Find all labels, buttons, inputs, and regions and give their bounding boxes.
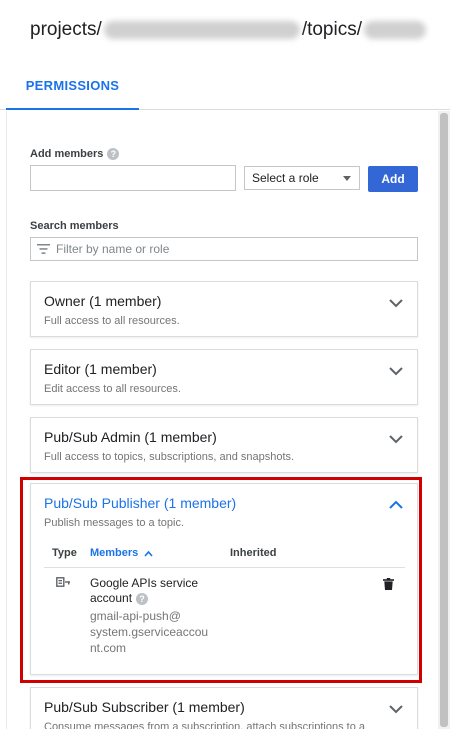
chevron-down-icon[interactable] [389, 702, 403, 716]
role-title: Editor (1 member) [44, 361, 157, 377]
member-email-line: gmail-api-push@ [90, 609, 181, 623]
tab-permissions[interactable]: PERMISSIONS [6, 60, 139, 110]
member-email: gmail-api-push@ system.gserviceaccou nt.… [90, 608, 220, 656]
breadcrumb-middle: /topics/ [301, 19, 363, 40]
member-email-line: nt.com [90, 641, 127, 655]
breadcrumb: projects/ /topics/ [0, 0, 450, 60]
role-description: Full access to all resources. [44, 315, 180, 327]
table-header-divider [44, 567, 405, 568]
scrollbar-thumb[interactable] [440, 113, 448, 727]
role-card-pubsub-publisher[interactable]: Pub/Sub Publisher (1 member) Publish mes… [30, 483, 418, 675]
chevron-up-icon[interactable] [389, 498, 403, 512]
help-icon[interactable]: ? [107, 148, 120, 161]
column-header-members-label: Members [90, 547, 139, 559]
dropdown-caret-icon [343, 176, 351, 181]
role-select[interactable]: Select a role [244, 166, 360, 190]
tab-active-indicator [6, 108, 139, 110]
service-account-icon [56, 577, 70, 587]
role-description: Full access to topics, subscriptions, an… [44, 451, 295, 463]
filter-input[interactable]: Filter by name or role [30, 237, 418, 261]
breadcrumb-prefix: projects/ [30, 19, 102, 40]
add-members-label: Add members? [30, 148, 120, 161]
role-description: Consume messages from a subscription, at… [44, 721, 365, 729]
role-title: Pub/Sub Publisher (1 member) [44, 495, 237, 511]
redacted-project-id [103, 21, 300, 39]
chevron-down-icon[interactable] [389, 432, 403, 446]
role-select-value: Select a role [252, 171, 319, 185]
role-card-owner[interactable]: Owner (1 member) Full access to all reso… [30, 281, 418, 337]
add-members-label-text: Add members [30, 148, 104, 160]
add-members-input[interactable] [30, 165, 236, 191]
column-header-inherited: Inherited [230, 547, 277, 559]
filter-icon [37, 244, 50, 254]
add-button[interactable]: Add [368, 166, 418, 192]
scrollbar[interactable] [438, 111, 450, 729]
role-card-editor[interactable]: Editor (1 member) Edit access to all res… [30, 349, 418, 405]
trash-icon[interactable] [383, 578, 394, 590]
role-title: Owner (1 member) [44, 293, 162, 309]
role-title: Pub/Sub Admin (1 member) [44, 429, 217, 445]
sort-up-icon [144, 550, 153, 557]
role-description: Edit access to all resources. [44, 383, 181, 395]
role-card-pubsub-admin[interactable]: Pub/Sub Admin (1 member) Full access to … [30, 417, 418, 473]
chevron-down-icon[interactable] [389, 296, 403, 310]
help-icon[interactable]: ? [136, 592, 149, 605]
role-description: Publish messages to a topic. [44, 517, 185, 529]
role-title: Pub/Sub Subscriber (1 member) [44, 699, 245, 715]
member-name: Google APIs service account? [90, 576, 210, 606]
member-email-line: system.gserviceaccou [90, 625, 209, 639]
filter-placeholder: Filter by name or role [56, 242, 170, 256]
column-header-type: Type [52, 547, 77, 559]
role-card-pubsub-subscriber[interactable]: Pub/Sub Subscriber (1 member) Consume me… [30, 687, 418, 729]
tab-bar: PERMISSIONS [0, 60, 450, 110]
search-members-label: Search members [30, 220, 119, 232]
column-header-members[interactable]: Members [90, 547, 153, 559]
permissions-panel: Add members? Select a role Add Search me… [6, 111, 450, 729]
redacted-topic-name [364, 21, 427, 39]
chevron-down-icon[interactable] [389, 364, 403, 378]
